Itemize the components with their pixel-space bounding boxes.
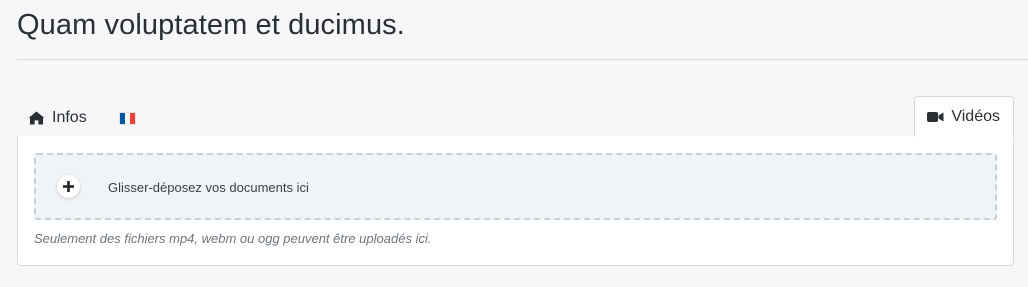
upload-dropzone[interactable]: Glisser-déposez vos documents ici (34, 153, 997, 220)
upload-help-text: Seulement des fichiers mp4, webm ou ogg … (34, 231, 432, 246)
plus-icon (63, 181, 74, 192)
dropzone-label: Glisser-déposez vos documents ici (108, 180, 309, 195)
tab-french[interactable] (119, 111, 136, 125)
tab-infos[interactable]: Infos (28, 108, 87, 128)
tabs-bar: Infos Vidéos (17, 96, 1014, 137)
title-divider (17, 59, 1028, 60)
home-icon (28, 111, 45, 125)
french-flag-icon (119, 111, 136, 125)
video-camera-icon (927, 111, 944, 123)
videos-panel: Glisser-déposez vos documents ici Seulem… (17, 136, 1014, 266)
tab-videos-label: Vidéos (951, 107, 1000, 125)
tab-videos[interactable]: Vidéos (914, 96, 1014, 137)
page-title: Quam voluptatem et ducimus. (17, 9, 405, 41)
add-file-button[interactable] (57, 175, 80, 198)
tab-infos-label: Infos (52, 109, 87, 126)
